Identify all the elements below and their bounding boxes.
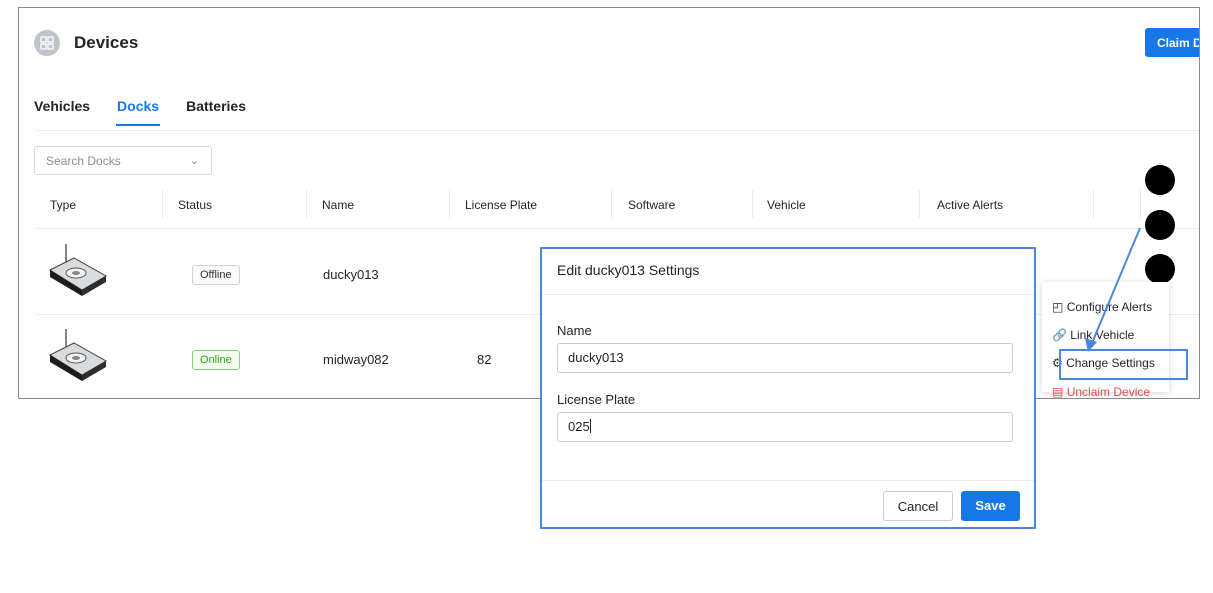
save-button[interactable]: Save [961, 491, 1020, 521]
dialog-title: Edit ducky013 Settings [557, 262, 700, 278]
license-plate-value: 025 [568, 419, 590, 434]
dialog-header-divider [542, 294, 1034, 295]
license-plate-label: License Plate [557, 392, 636, 407]
name-field[interactable]: ducky013 [557, 343, 1013, 373]
name-value: ducky013 [568, 350, 624, 365]
text-cursor [589, 419, 591, 433]
dialog-footer-divider [542, 480, 1034, 481]
edit-settings-dialog: Edit ducky013 Settings Name ducky013 Lic… [540, 247, 1036, 529]
license-plate-field[interactable]: 025 [557, 412, 1013, 442]
name-label: Name [557, 323, 592, 338]
cancel-button[interactable]: Cancel [883, 491, 953, 521]
